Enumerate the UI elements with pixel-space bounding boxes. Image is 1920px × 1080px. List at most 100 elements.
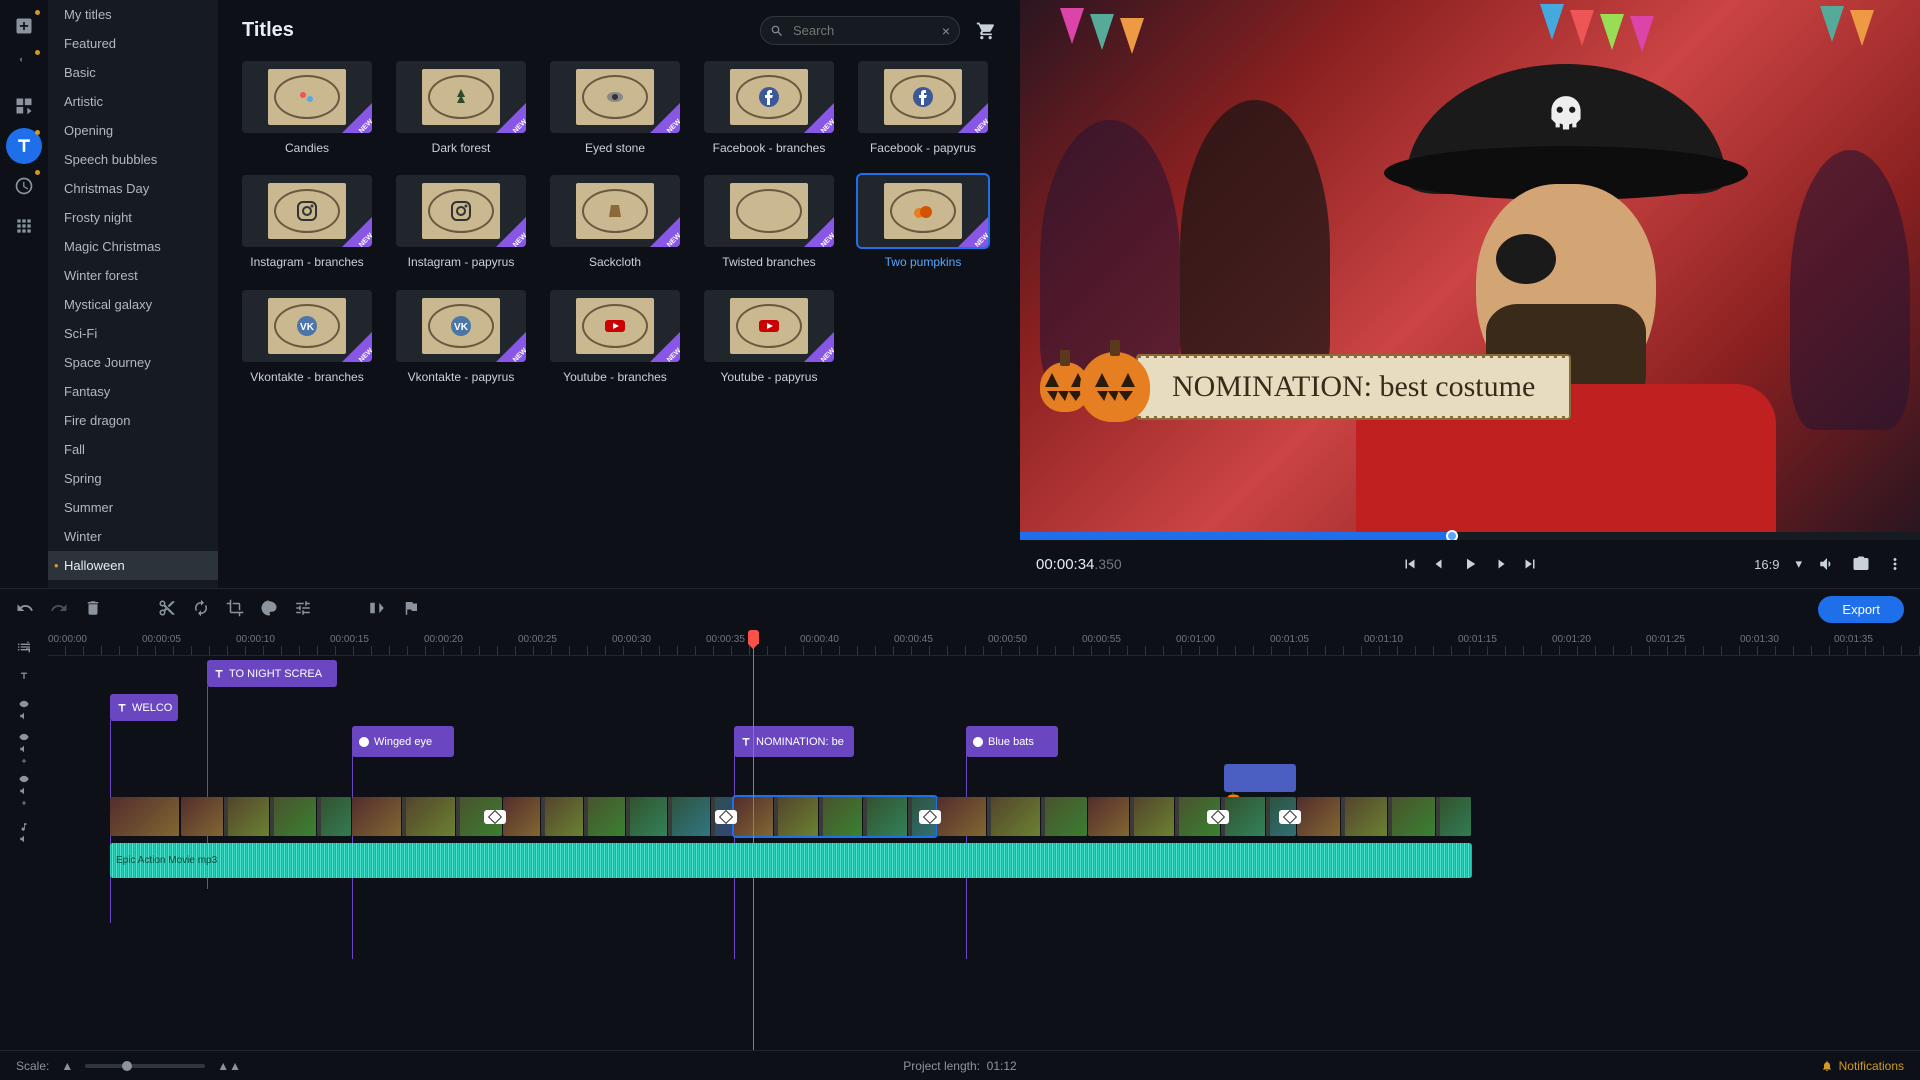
category-item[interactable]: Opening	[48, 116, 218, 145]
undo-button[interactable]	[16, 599, 34, 620]
video-clip[interactable]	[1088, 797, 1296, 836]
video-clip[interactable]	[503, 797, 733, 836]
overlay-track-controls[interactable]	[0, 728, 48, 770]
rail-transitions-button[interactable]	[6, 88, 42, 124]
audio-track-controls[interactable]	[0, 812, 48, 854]
notifications-button[interactable]: Notifications	[1821, 1059, 1904, 1073]
chevron-down-icon[interactable]: ▾	[1795, 556, 1802, 572]
rail-more-button[interactable]	[6, 208, 42, 244]
prev-clip-icon[interactable]	[1401, 555, 1419, 573]
title-tile[interactable]: Youtube - branches	[550, 290, 680, 384]
playhead[interactable]	[753, 630, 754, 1050]
title-tile[interactable]: Candies	[242, 61, 372, 155]
category-item[interactable]: Fantasy	[48, 377, 218, 406]
add-track-button[interactable]	[0, 634, 48, 660]
category-item[interactable]: Spring	[48, 464, 218, 493]
audio-clip[interactable]: Epic Action Movie mp3	[110, 843, 1472, 878]
title-tile[interactable]: Facebook - papyrus	[858, 61, 988, 155]
aspect-ratio-label[interactable]: 16:9	[1754, 557, 1779, 572]
video-clip[interactable]	[937, 797, 1087, 836]
next-frame-icon[interactable]	[1491, 555, 1509, 573]
title-tile[interactable]: Twisted branches	[704, 175, 834, 269]
sticker-track[interactable]: Winged eye NOMINATION: be Blue bats	[48, 724, 1920, 760]
category-item[interactable]: Artistic	[48, 87, 218, 116]
title-tile[interactable]: Sackcloth	[550, 175, 680, 269]
category-item[interactable]: Speech bubbles	[48, 145, 218, 174]
video-clip[interactable]	[1297, 797, 1471, 836]
sticker-clip[interactable]: Winged eye	[352, 726, 454, 757]
category-item[interactable]: Summer	[48, 493, 218, 522]
cut-button[interactable]	[158, 599, 176, 620]
overlay-clip[interactable]	[1224, 764, 1296, 792]
preview-video[interactable]: NOMINATION: best costume	[1020, 0, 1920, 532]
export-button[interactable]: Export	[1818, 596, 1904, 623]
adjust-button[interactable]	[294, 599, 312, 620]
title-track[interactable]: WELCO	[48, 692, 1920, 724]
title-tile[interactable]: Youtube - papyrus	[704, 290, 834, 384]
title-tile[interactable]: Dark forest	[396, 61, 526, 155]
category-item[interactable]: Winter forest	[48, 261, 218, 290]
rotate-button[interactable]	[192, 599, 210, 620]
transition-marker[interactable]	[919, 810, 941, 824]
delete-button[interactable]	[84, 599, 102, 620]
preview-scrubber[interactable]	[1020, 532, 1920, 540]
category-item[interactable]: Fall	[48, 435, 218, 464]
video-clip[interactable]	[110, 797, 180, 836]
search-clear-icon[interactable]: ×	[942, 23, 950, 39]
title-tile[interactable]: Facebook - branches	[704, 61, 834, 155]
transition-marker[interactable]	[1207, 810, 1229, 824]
title-clip[interactable]: NOMINATION: be	[734, 726, 854, 757]
color-button[interactable]	[260, 599, 278, 620]
title-tile[interactable]: VKVkontakte - papyrus	[396, 290, 526, 384]
rail-effects-button[interactable]	[6, 48, 42, 84]
zoom-out-icon[interactable]: ▲	[61, 1059, 73, 1073]
rail-import-button[interactable]	[6, 8, 42, 44]
title-tile[interactable]: Instagram - papyrus	[396, 175, 526, 269]
title-clip[interactable]: TO NIGHT SCREA	[207, 660, 337, 687]
play-icon[interactable]	[1461, 555, 1479, 573]
scale-slider[interactable]	[85, 1064, 205, 1068]
crop-button[interactable]	[226, 599, 244, 620]
video-track[interactable]	[48, 796, 1920, 838]
category-item[interactable]: Christmas Day	[48, 174, 218, 203]
volume-icon[interactable]	[1818, 555, 1836, 573]
category-item[interactable]: Fire dragon	[48, 406, 218, 435]
category-item[interactable]: Featured	[48, 29, 218, 58]
category-item[interactable]: My titles	[48, 0, 218, 29]
transition-marker[interactable]	[1279, 810, 1301, 824]
video-clip[interactable]	[734, 797, 936, 836]
transition-marker[interactable]	[484, 810, 506, 824]
sticker-track-controls[interactable]	[0, 692, 48, 728]
category-item[interactable]: Halloween	[48, 551, 218, 580]
rail-titles-button[interactable]	[6, 128, 42, 164]
overlay-track[interactable]: 🎃	[48, 760, 1920, 796]
marker-button[interactable]	[402, 599, 420, 620]
cart-icon[interactable]	[976, 21, 996, 41]
transition-button[interactable]	[368, 599, 386, 620]
title-tile[interactable]: Two pumpkins	[858, 175, 988, 269]
video-clip[interactable]	[181, 797, 351, 836]
camera-icon[interactable]	[1852, 555, 1870, 573]
prev-frame-icon[interactable]	[1431, 555, 1449, 573]
video-clip[interactable]	[352, 797, 502, 836]
more-icon[interactable]	[1886, 555, 1904, 573]
category-item[interactable]: Frosty night	[48, 203, 218, 232]
rail-stickers-button[interactable]	[6, 168, 42, 204]
redo-button[interactable]	[50, 599, 68, 620]
video-track-controls[interactable]	[0, 770, 48, 812]
category-item[interactable]: Winter	[48, 522, 218, 551]
title-tile[interactable]: Instagram - branches	[242, 175, 372, 269]
category-item[interactable]: Space Journey	[48, 348, 218, 377]
next-clip-icon[interactable]	[1521, 555, 1539, 573]
sticker-clip[interactable]: Blue bats	[966, 726, 1058, 757]
title-tile[interactable]: VKVkontakte - branches	[242, 290, 372, 384]
title-track-upper[interactable]: TO NIGHT SCREA	[48, 658, 1920, 690]
title-clip[interactable]: WELCO	[110, 694, 178, 721]
zoom-in-icon[interactable]: ▲▲	[217, 1059, 241, 1073]
category-item[interactable]: Magic Christmas	[48, 232, 218, 261]
title-track-controls[interactable]	[0, 660, 48, 692]
category-item[interactable]: Mystical galaxy	[48, 290, 218, 319]
category-item[interactable]: Sci-Fi	[48, 319, 218, 348]
audio-track[interactable]: Epic Action Movie mp3	[48, 842, 1920, 880]
timeline-ruler[interactable]: 00:00:0000:00:0500:00:1000:00:1500:00:20…	[48, 630, 1920, 656]
